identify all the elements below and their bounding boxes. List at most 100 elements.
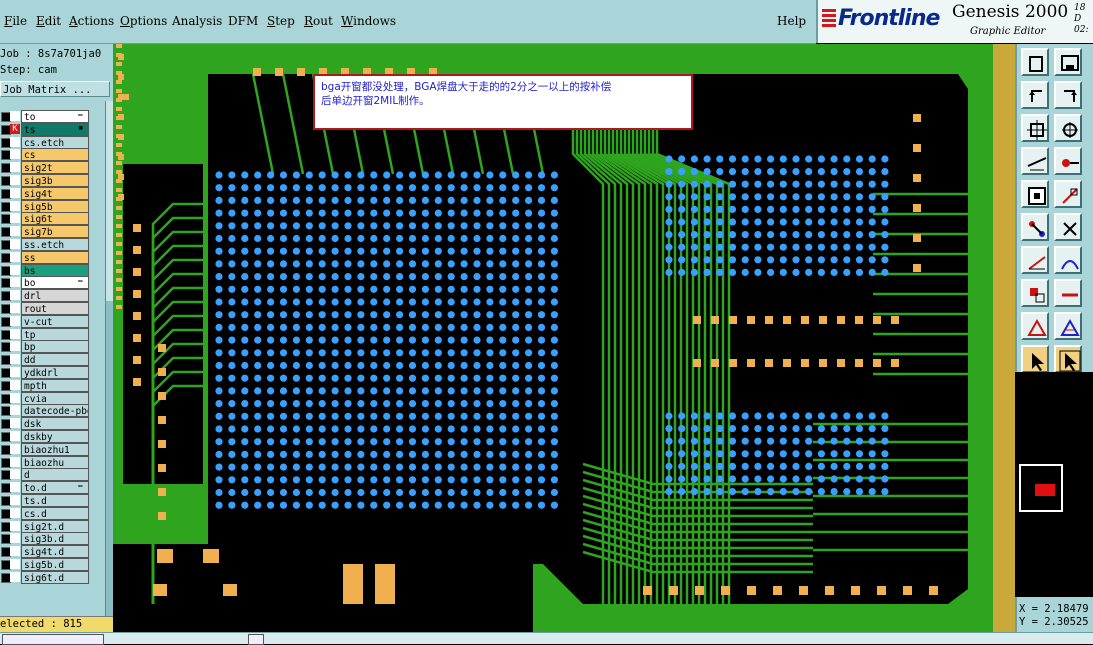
polygon-tool[interactable] bbox=[1054, 312, 1082, 340]
layer-name[interactable]: cs.d bbox=[21, 506, 89, 520]
bottom-field-1[interactable] bbox=[2, 634, 104, 645]
layer-name[interactable]: d bbox=[21, 468, 89, 482]
menu-actions[interactable]: Actions bbox=[69, 14, 114, 28]
zoom-fit-tool[interactable] bbox=[1021, 114, 1049, 142]
layer-name[interactable]: tp bbox=[21, 327, 89, 341]
layer-name[interactable]: sig4t bbox=[21, 186, 89, 200]
save-tool[interactable] bbox=[1054, 48, 1082, 76]
add-pad-tool[interactable] bbox=[1021, 213, 1049, 241]
layer-row-cs-d[interactable]: cs.d bbox=[0, 506, 104, 520]
layer-row-ts[interactable]: Kts ▪ bbox=[0, 122, 104, 136]
layer-row-bs[interactable]: bs bbox=[0, 263, 104, 277]
layer-name[interactable]: sig5b bbox=[21, 199, 89, 213]
arc-tool[interactable] bbox=[1054, 246, 1082, 274]
layer-row-sig2t-d[interactable]: sig2t.d bbox=[0, 519, 104, 533]
layer-row-bp[interactable]: bp bbox=[0, 340, 104, 354]
triangle-tool[interactable] bbox=[1021, 312, 1049, 340]
help-menu[interactable]: Help bbox=[777, 14, 806, 28]
layer-row-ydkdrl[interactable]: ydkdrl bbox=[0, 366, 104, 379]
layer-row-bo[interactable]: bo ✏ bbox=[0, 276, 104, 290]
layer-name[interactable]: datecode-pbe bbox=[21, 404, 89, 418]
graphic-canvas[interactable] bbox=[113, 44, 1015, 632]
layer-name[interactable]: sig7b bbox=[21, 225, 89, 239]
menu-options[interactable]: Options bbox=[120, 14, 167, 28]
layer-name[interactable]: cs.etch bbox=[21, 135, 89, 149]
layer-name[interactable]: dd bbox=[21, 353, 89, 367]
layer-row-cs-etch[interactable]: cs.etch bbox=[0, 135, 104, 149]
menu-analysis[interactable]: Analysis bbox=[172, 14, 222, 28]
layer-name[interactable]: ss.etch bbox=[21, 238, 89, 251]
layer-row-ts-d[interactable]: ts.d bbox=[0, 494, 104, 507]
layer-name[interactable]: sig3b.d bbox=[21, 532, 89, 546]
layer-row-sig3b-d[interactable]: sig3b.d bbox=[0, 532, 104, 546]
menu-file[interactable]: File bbox=[4, 14, 27, 28]
layer-row-sig3b[interactable]: sig3b bbox=[0, 174, 104, 187]
select-box-tool[interactable] bbox=[1021, 180, 1049, 208]
pcb-drawing[interactable] bbox=[113, 44, 1015, 632]
layer-row-sig2t[interactable]: sig2t bbox=[0, 161, 104, 175]
layer-name[interactable]: ss bbox=[21, 250, 89, 264]
layer-row-to[interactable]: to ✏ bbox=[0, 110, 104, 123]
layer-name[interactable]: dskby bbox=[21, 430, 89, 443]
layer-name[interactable]: sig3b bbox=[21, 174, 89, 187]
layer-name[interactable]: cvia bbox=[21, 391, 89, 405]
zoom-tool[interactable] bbox=[1054, 114, 1082, 142]
layer-row-cvia[interactable]: cvia bbox=[0, 391, 104, 405]
layer-name[interactable]: drl bbox=[21, 289, 89, 303]
layer-row-sig5b[interactable]: sig5b bbox=[0, 199, 104, 213]
layer-row-dd[interactable]: dd bbox=[0, 353, 104, 367]
layer-name[interactable]: sig2t bbox=[21, 161, 89, 175]
layer-name[interactable]: sig6t bbox=[21, 212, 89, 226]
layer-row-sig4t[interactable]: sig4t bbox=[0, 186, 104, 200]
layer-row-mpth[interactable]: mpth bbox=[0, 378, 104, 392]
bottom-field-2[interactable] bbox=[248, 634, 264, 645]
layer-row-tp[interactable]: tp bbox=[0, 327, 104, 341]
layer-row-sig4t-d[interactable]: sig4t.d bbox=[0, 545, 104, 559]
layer-name[interactable]: biaozhu bbox=[21, 455, 89, 469]
layer-name[interactable]: bp bbox=[21, 340, 89, 354]
layer-name[interactable]: bs bbox=[21, 263, 89, 277]
redo-tool[interactable] bbox=[1054, 81, 1082, 109]
layer-row-ss-etch[interactable]: ss.etch bbox=[0, 238, 104, 251]
layer-row-dskby[interactable]: dskby bbox=[0, 430, 104, 443]
resize-tool[interactable] bbox=[1054, 279, 1082, 307]
layer-name[interactable]: mpth bbox=[21, 378, 89, 392]
job-matrix-button[interactable]: Job Matrix ... bbox=[0, 81, 110, 97]
layer-name[interactable]: ydkdrl bbox=[21, 366, 89, 379]
layer-name[interactable]: ts.d bbox=[21, 494, 89, 507]
layer-row-dsk[interactable]: dsk bbox=[0, 417, 104, 431]
layer-row-drl[interactable]: drl bbox=[0, 289, 104, 303]
layer-row-d[interactable]: d bbox=[0, 468, 104, 482]
layer-name[interactable]: sig2t.d bbox=[21, 519, 89, 533]
layer-name[interactable]: dsk bbox=[21, 417, 89, 431]
layer-row-biaozhu1[interactable]: biaozhu1 bbox=[0, 442, 104, 456]
layer-row-sig5b-d[interactable]: sig5b.d bbox=[0, 558, 104, 571]
move-tool[interactable] bbox=[1021, 279, 1049, 307]
layer-row-datecode-pbe[interactable]: datecode-pbe bbox=[0, 404, 104, 418]
undo-tool[interactable] bbox=[1021, 81, 1049, 109]
line-tool[interactable] bbox=[1021, 246, 1049, 274]
overview-thumbnail[interactable] bbox=[1015, 372, 1093, 597]
layer-name[interactable]: cs bbox=[21, 148, 89, 162]
layer-name[interactable]: sig4t.d bbox=[21, 545, 89, 559]
layer-row-sig6t-d[interactable]: sig6t.d bbox=[0, 570, 104, 584]
edit-shape-tool[interactable] bbox=[1054, 180, 1082, 208]
delete-tool[interactable] bbox=[1054, 213, 1082, 241]
layer-name[interactable]: sig6t.d bbox=[21, 570, 89, 584]
layer-name[interactable]: rout bbox=[21, 302, 89, 315]
copy-tool[interactable] bbox=[1021, 48, 1049, 76]
key-tool[interactable] bbox=[1054, 147, 1082, 175]
layer-row-sig6t[interactable]: sig6t bbox=[0, 212, 104, 226]
layer-row-ss[interactable]: ss bbox=[0, 250, 104, 264]
layer-row-cs[interactable]: cs bbox=[0, 148, 104, 162]
menu-rout[interactable]: Rout bbox=[304, 14, 333, 28]
menu-step[interactable]: Step bbox=[267, 14, 295, 28]
pointer-tool[interactable] bbox=[1021, 345, 1049, 373]
layer-name[interactable]: biaozhu1 bbox=[21, 442, 89, 456]
layer-scrollbar[interactable] bbox=[105, 101, 113, 632]
layer-name[interactable]: v-cut bbox=[21, 314, 89, 328]
layer-row-to-d[interactable]: to.d ✏ bbox=[0, 481, 104, 495]
layer-row-biaozhu[interactable]: biaozhu bbox=[0, 455, 104, 469]
layer-row-v-cut[interactable]: v-cut bbox=[0, 314, 104, 328]
layer-row-sig7b[interactable]: sig7b bbox=[0, 225, 104, 239]
